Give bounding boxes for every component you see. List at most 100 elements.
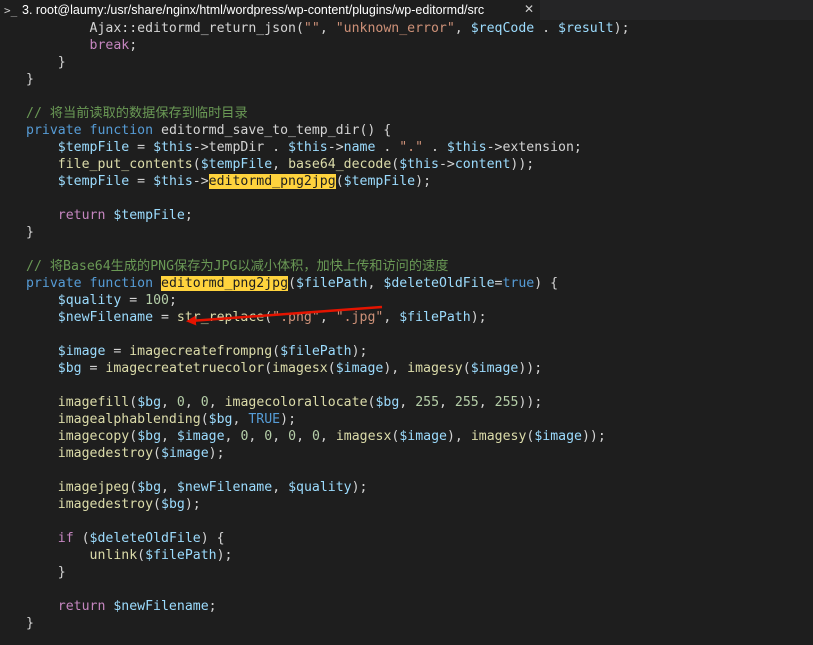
close-icon[interactable]: ✕	[524, 2, 534, 16]
terminal-icon: >_	[4, 3, 18, 17]
code-editor[interactable]: Ajax::editormd_return_json("", "unknown_…	[0, 20, 813, 645]
code-token: $tempFile	[343, 174, 416, 189]
code-token: ));	[581, 429, 606, 444]
code-token: ,	[367, 276, 384, 291]
code-token: $filePath	[280, 344, 352, 359]
code-token: "unknown_error"	[335, 21, 455, 36]
code-line: imagedestroy($bg);	[0, 496, 813, 513]
code-token: function	[89, 123, 154, 138]
code-token: editormd_save_to_temp_dir() {	[153, 123, 392, 138]
code-token: );	[613, 21, 630, 36]
code-token: $quality	[57, 293, 122, 308]
code-token: $tempFile	[113, 208, 185, 223]
code-token: ),	[383, 361, 408, 376]
code-token: $bg	[161, 497, 185, 512]
code-token: imagecreatefrompng	[129, 344, 273, 359]
code-line: return $tempFile;	[0, 207, 813, 224]
code-token: );	[184, 497, 201, 512]
code-token: }	[26, 225, 34, 240]
code-token: ));	[518, 395, 543, 410]
code-token: content	[454, 157, 511, 172]
code-token: ".png"	[272, 310, 320, 325]
code-token: $bg	[208, 412, 233, 427]
code-token: );	[351, 480, 368, 495]
code-line: imagefill($bg, 0, 0, imagecolorallocate(…	[0, 394, 813, 411]
code-token: editormd_png2jpg	[208, 174, 336, 189]
code-token: (	[153, 446, 161, 461]
code-token: );	[280, 412, 297, 427]
code-line: }	[0, 615, 813, 632]
code-line: $tempFile = $this->tempDir . $this->name…	[0, 139, 813, 156]
code-token: $bg	[137, 429, 162, 444]
code-token: ->tempDir .	[192, 140, 289, 155]
code-token: imagecopy	[57, 429, 130, 444]
code-token: true	[502, 276, 535, 291]
code-token: ,	[296, 429, 312, 444]
code-token: imagesy	[407, 361, 463, 376]
code-token: =	[81, 361, 106, 376]
code-token: imagesy	[470, 429, 527, 444]
code-token: $newFilename	[113, 599, 209, 614]
code-token: ,	[383, 310, 400, 325]
code-token: $image	[470, 361, 519, 376]
code-token: $bg	[137, 395, 162, 410]
code-token: name	[343, 140, 376, 155]
code-token: $bg	[137, 480, 162, 495]
code-line: private function editormd_save_to_temp_d…	[0, 122, 813, 139]
code-token: $this	[153, 140, 193, 155]
code-token: Ajax	[26, 21, 122, 36]
terminal-tab[interactable]: >_ 3. root@laumy:/usr/share/nginx/html/w…	[0, 0, 540, 20]
code-line: private function editormd_png2jpg($fileP…	[0, 275, 813, 292]
code-token: 255	[415, 395, 440, 410]
code-token: (	[288, 276, 297, 291]
code-token: (	[73, 531, 90, 546]
code-token: ) {	[534, 276, 559, 291]
code-token: $result	[558, 21, 614, 36]
tab-title: 3. root@laumy:/usr/share/nginx/html/word…	[22, 3, 485, 17]
code-token: $this	[399, 157, 439, 172]
code-token: $image	[161, 446, 209, 461]
code-token: base64_decode	[288, 157, 392, 172]
code-line: $bg = imagecreatetruecolor(imagesx($imag…	[0, 360, 813, 377]
code-token: $bg	[375, 395, 400, 410]
code-token: function	[89, 276, 154, 291]
code-token: TRUE	[248, 412, 281, 427]
code-token: ->	[438, 157, 455, 172]
code-line: imagejpeg($bg, $newFilename, $quality);	[0, 479, 813, 496]
code-token: (	[295, 21, 304, 36]
code-token: ) {	[200, 531, 225, 546]
code-token: (	[327, 361, 336, 376]
code-token: ->	[327, 140, 344, 155]
code-line: }	[0, 54, 813, 71]
code-token: );	[216, 548, 233, 563]
code-token: );	[208, 446, 225, 461]
code-token: (	[129, 429, 138, 444]
code-token: ),	[446, 429, 471, 444]
code-token: private	[26, 276, 82, 291]
code-token: ,	[319, 429, 336, 444]
code-token: break	[89, 38, 130, 53]
code-token: imagesx	[272, 361, 328, 376]
code-line: }	[0, 224, 813, 241]
code-token: ,	[319, 310, 336, 325]
code-token: ::	[121, 21, 138, 36]
code-token: ,	[248, 429, 265, 444]
code-token: ,	[232, 412, 249, 427]
code-token: if	[57, 531, 74, 546]
code-token: }	[26, 55, 66, 70]
code-token: }	[26, 565, 66, 580]
code-token: (	[272, 344, 281, 359]
